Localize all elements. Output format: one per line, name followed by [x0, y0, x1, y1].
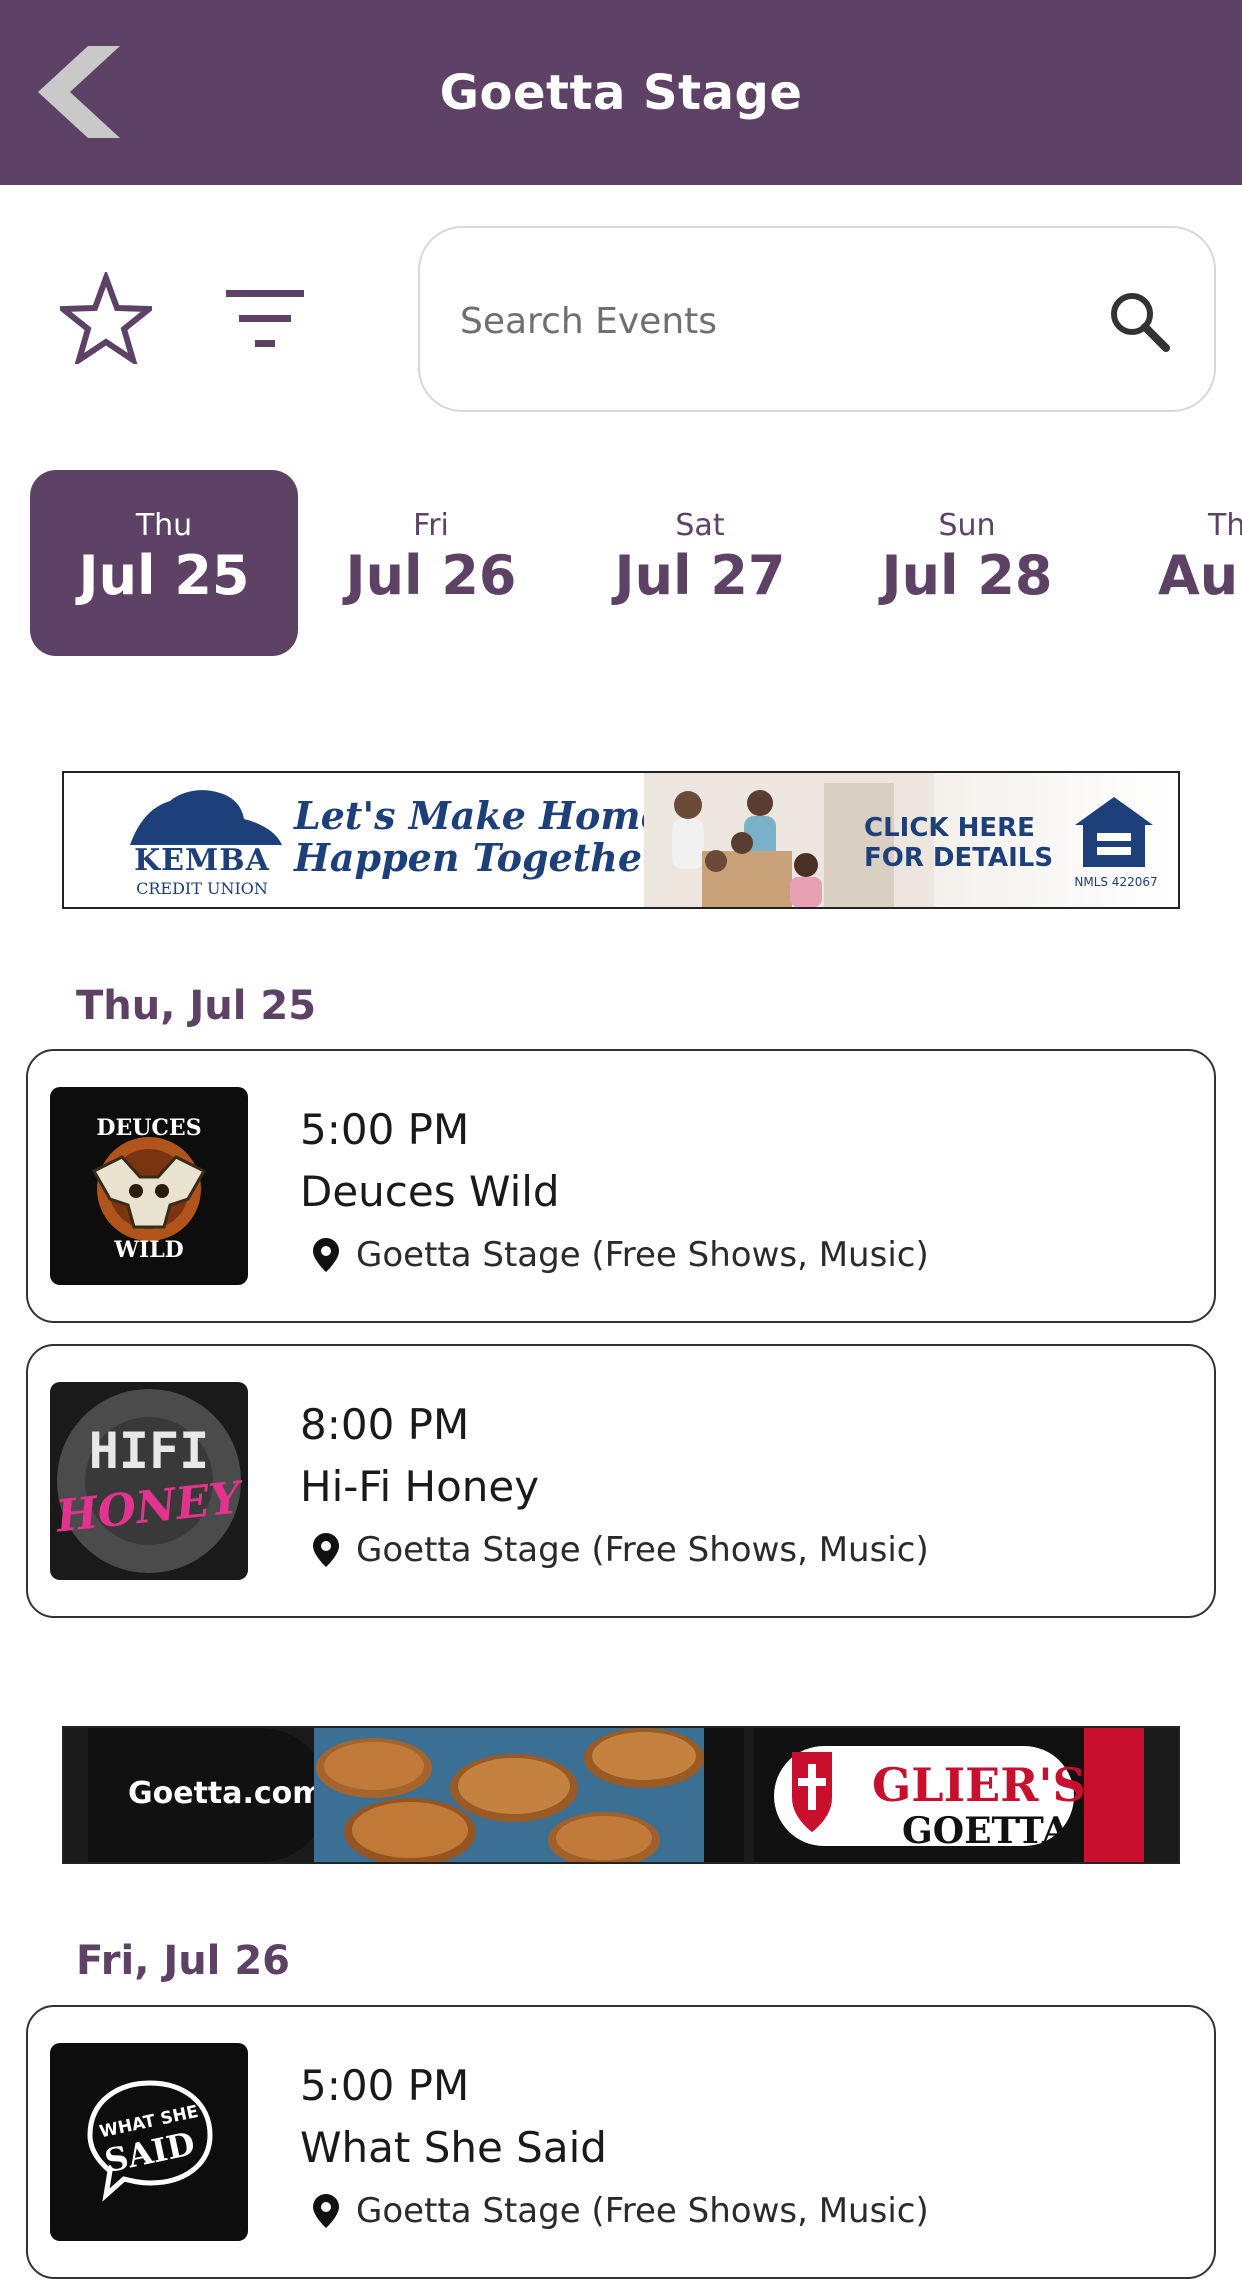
event-location: Goetta Stage (Free Shows, Music): [312, 2189, 929, 2233]
date-day: Jul 28: [881, 544, 1053, 607]
kemba-banner-ad[interactable]: KEMBA CREDIT UNION Let's Make Home Happe…: [62, 771, 1180, 909]
page-title: Goetta Stage: [439, 64, 803, 121]
event-thumbnail: HIFI HONEY: [50, 1382, 248, 1580]
kemba-logo: KEMBA CREDIT UNION: [110, 783, 294, 901]
event-time: 5:00 PM: [300, 2061, 470, 2110]
date-tab-jul-27[interactable]: Sat Jul 27: [566, 470, 834, 656]
hi-fi-honey-logo: HIFI HONEY: [50, 1382, 248, 1580]
date-tab-jul-25[interactable]: Thu Jul 25: [30, 470, 298, 656]
section-date-header: Thu, Jul 25: [76, 983, 317, 1029]
kemba-logo-text: KEMBA: [134, 843, 270, 878]
gliers-brand-line1: GLIER'S: [872, 1758, 1086, 1812]
search-button[interactable]: [1106, 288, 1174, 356]
event-name: Hi-Fi Honey: [300, 1462, 540, 1511]
event-name: What She Said: [300, 2123, 607, 2172]
date-weekday: Th: [1208, 508, 1242, 543]
event-location-text: Goetta Stage (Free Shows, Music): [356, 1530, 929, 1570]
kemba-license: NMLS 422067: [1074, 875, 1158, 889]
event-time: 8:00 PM: [300, 1400, 470, 1449]
kemba-cta-line2: FOR DETAILS: [864, 843, 1054, 873]
equal-housing-icon: [1075, 797, 1153, 867]
event-time: 5:00 PM: [300, 1105, 470, 1154]
date-weekday: Thu: [135, 508, 193, 543]
search-input[interactable]: [458, 288, 1022, 354]
goetta-patties-photo: [314, 1728, 744, 1862]
what-she-said-logo: WHAT SHE SAID: [50, 2043, 248, 2241]
date-tab-jul-26[interactable]: Fri Jul 26: [297, 470, 565, 656]
filter-lines-icon: [226, 290, 304, 347]
kemba-cta: CLICK HERE FOR DETAILS: [864, 813, 1064, 873]
section-date-header: Fri, Jul 26: [76, 1938, 290, 1984]
event-thumbnail: DEUCES WILD: [50, 1087, 248, 1285]
date-day: Jul 27: [614, 544, 786, 607]
event-location-text: Goetta Stage (Free Shows, Music): [356, 1235, 929, 1275]
event-card-deuces-wild[interactable]: DEUCES WILD 5:00 PM Deuces Wild Goetta S…: [26, 1049, 1216, 1323]
date-tab-next[interactable]: Th Au: [1140, 470, 1242, 656]
goetta-url-text: Goetta.com: [128, 1776, 324, 1811]
thumb-text-top: DEUCES: [96, 1115, 201, 1141]
gliers-brand-line2: GOETTA: [902, 1810, 1070, 1852]
thumb-text-top: HIFI: [89, 1422, 209, 1480]
kemba-tagline-line1: Let's Make Home: [294, 793, 665, 838]
gliers-goetta-banner-ad[interactable]: Goetta.com GLIER'S GOETTA: [62, 1726, 1180, 1864]
map-pin-icon: [313, 1533, 339, 1567]
date-day: Au: [1158, 544, 1239, 607]
kemba-logo-subtext: CREDIT UNION: [136, 879, 268, 898]
kemba-tagline-line2: Happen Together: [294, 835, 663, 880]
date-selector: Thu Jul 25 Fri Jul 26 Sat Jul 27 Sun Jul…: [0, 470, 1242, 656]
search-icon: [1111, 293, 1170, 352]
filter-button[interactable]: [222, 288, 308, 350]
kemba-cta-line1: CLICK HERE: [864, 813, 1035, 843]
event-location: Goetta Stage (Free Shows, Music): [312, 1528, 929, 1572]
map-pin-icon: [313, 2194, 339, 2228]
kemba-tagline: Let's Make Home Happen Together: [294, 795, 674, 879]
map-pin-icon: [313, 1238, 339, 1272]
favorites-button[interactable]: [54, 269, 158, 368]
event-thumbnail: WHAT SHE SAID: [50, 2043, 248, 2241]
event-name: Deuces Wild: [300, 1167, 560, 1216]
event-card-what-she-said[interactable]: WHAT SHE SAID 5:00 PM What She Said Goet…: [26, 2005, 1216, 2279]
app-header: Goetta Stage: [0, 0, 1242, 185]
date-weekday: Sun: [938, 508, 996, 543]
date-weekday: Sat: [675, 508, 725, 543]
date-tab-jul-28[interactable]: Sun Jul 28: [833, 470, 1101, 656]
event-card-hi-fi-honey[interactable]: HIFI HONEY 8:00 PM Hi-Fi Honey Goetta St…: [26, 1344, 1216, 1618]
goetta-url-badge: Goetta.com: [88, 1728, 328, 1862]
star-outline-icon: [54, 269, 158, 368]
event-location-text: Goetta Stage (Free Shows, Music): [356, 2191, 929, 2231]
date-day: Jul 25: [78, 544, 250, 607]
date-weekday: Fri: [413, 508, 449, 543]
event-location: Goetta Stage (Free Shows, Music): [312, 1233, 929, 1277]
date-day: Jul 26: [345, 544, 517, 607]
thumb-text-bottom: WILD: [113, 1237, 184, 1263]
deuces-wild-logo: DEUCES WILD: [50, 1087, 248, 1285]
search-bar: [418, 226, 1216, 412]
